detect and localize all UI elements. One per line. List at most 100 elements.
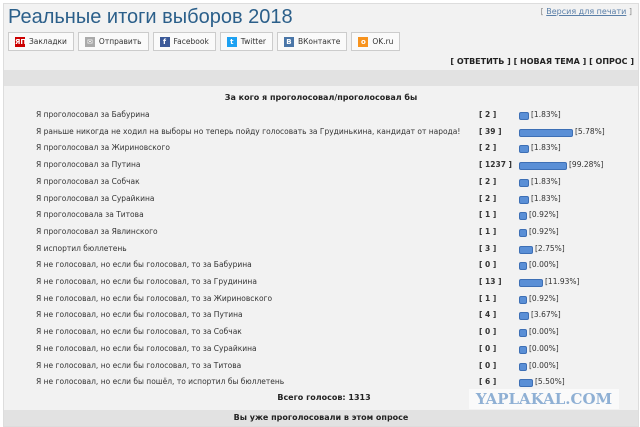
- share-mail-button[interactable]: ✉ Отправить: [77, 32, 149, 51]
- option-votes: [ 39 ]: [479, 126, 502, 136]
- poll-option: Я не голосовал, но если бы голосовал, то…: [36, 258, 638, 272]
- poll-option: Я проголосовал за Собчак [ 2 ] [1.83%]: [36, 175, 638, 189]
- option-text: Я раньше никогда не ходил на выборы но т…: [36, 126, 461, 136]
- vote-count: 0: [485, 260, 491, 270]
- option-bar: [519, 262, 527, 271]
- vote-count: 1: [485, 210, 491, 220]
- vote-count: 2: [485, 193, 491, 203]
- vote-count: 2: [485, 143, 491, 153]
- option-percent: [1.83%]: [531, 110, 561, 119]
- option-text: Я не голосовал, но если бы пошёл, то исп…: [36, 377, 285, 387]
- poll-option: Я не голосовал, но если бы голосовал, то…: [36, 308, 638, 322]
- poll-question: За кого я проголосовал/проголосовал бы: [224, 93, 418, 102]
- topic-actions: [ ОТВЕТИТЬ ] [ НОВАЯ ТЕМА ] [ ОПРОС ]: [450, 57, 634, 66]
- option-percent: [11.93%]: [545, 277, 580, 286]
- option-votes: [ 4 ]: [479, 310, 497, 320]
- share-label: Отправить: [98, 37, 142, 46]
- share-label: Twitter: [240, 37, 266, 46]
- yap-icon: ЯП: [15, 36, 27, 47]
- vote-count: 3: [485, 243, 491, 253]
- poll-button[interactable]: ОПРОС: [596, 57, 628, 66]
- vote-count: 1: [485, 226, 491, 236]
- share-label: Facebook: [173, 37, 209, 46]
- option-votes: [ 1 ]: [479, 293, 497, 303]
- option-text: Я не голосовал, но если бы голосовал, то…: [36, 293, 273, 303]
- option-votes: [ 3 ]: [479, 243, 497, 253]
- option-bar: [519, 112, 529, 120]
- poll-option: Я раньше никогда не ходил на выборы но т…: [36, 125, 638, 139]
- option-text: Я проголосовала за Титова: [36, 210, 144, 220]
- poll-option: Я испортил бюллетень [ 3 ] [2.75%]: [36, 242, 638, 256]
- option-text: Я не голосовал, но если бы голосовал, то…: [36, 360, 242, 370]
- new-topic-button[interactable]: НОВАЯ ТЕМА: [520, 57, 580, 66]
- twitter-icon: t: [226, 36, 237, 47]
- option-percent: [0.92%]: [529, 293, 559, 303]
- share-twitter-button[interactable]: t Twitter: [219, 32, 273, 51]
- poll-option: Я проголосовал за Путина [ 1237 ] [99.28…: [36, 158, 638, 172]
- option-bar: [519, 279, 543, 287]
- option-percent: [0.00%]: [529, 327, 559, 337]
- vote-count: 0: [485, 343, 491, 353]
- poll-option: Я проголосовал за Явлинского [ 1 ] [0.92…: [36, 225, 638, 239]
- option-text: Я проголосовал за Путина: [36, 160, 141, 170]
- option-text: Я не голосовал, но если бы голосовал, то…: [36, 327, 242, 337]
- topic-title: Реальные итоги выборов 2018: [8, 6, 293, 28]
- vote-count: 2: [485, 176, 491, 186]
- option-text: Я не голосовал, но если бы голосовал, то…: [36, 343, 257, 353]
- option-text: Я испортил бюллетень: [36, 243, 127, 253]
- option-percent: [5.50%]: [535, 377, 565, 387]
- vote-count: 0: [485, 327, 491, 337]
- option-bar: [519, 312, 529, 321]
- poll-option: Я не голосовал, но если бы голосовал, то…: [36, 275, 638, 289]
- option-text: Я не голосовал, но если бы голосовал, то…: [36, 260, 252, 270]
- option-bar: [519, 362, 527, 371]
- option-percent: [0.00%]: [529, 260, 559, 270]
- option-votes: [ 0 ]: [479, 360, 497, 370]
- share-yap-button[interactable]: ЯП Закладки: [8, 32, 74, 51]
- poll-option: Я не голосовал, но если бы голосовал, то…: [36, 359, 638, 373]
- option-votes: [ 2 ]: [479, 193, 497, 203]
- option-bar: [519, 128, 573, 137]
- option-votes: [ 1237 ]: [479, 160, 512, 170]
- option-bar: [519, 228, 527, 237]
- vote-count: 0: [485, 360, 491, 370]
- watermark-logo: YAPLAKAL.COM: [469, 389, 619, 409]
- share-vk-button[interactable]: B ВКонтакте: [276, 32, 348, 51]
- reply-button[interactable]: ОТВЕТИТЬ: [457, 57, 505, 66]
- option-bar: [519, 345, 527, 354]
- option-percent: [0.00%]: [529, 360, 559, 370]
- option-percent: [1.83%]: [531, 143, 561, 153]
- facebook-icon: f: [159, 36, 170, 47]
- option-percent: [0.92%]: [529, 210, 559, 220]
- print-version: [ Версия для печати ]: [540, 7, 632, 16]
- option-votes: [ 2 ]: [479, 143, 497, 153]
- option-votes: [ 13 ]: [479, 277, 502, 286]
- option-text: Я проголосовал за Собчак: [36, 176, 140, 186]
- share-label: ВКонтакте: [297, 37, 341, 46]
- poll-option: Я не голосовал, но если бы пошёл, то исп…: [36, 375, 638, 389]
- poll-option: Я проголосовала за Титова [ 1 ] [0.92%]: [36, 208, 638, 222]
- option-text: Я проголосовал за Сурайкина: [36, 193, 155, 203]
- share-facebook-button[interactable]: f Facebook: [152, 32, 216, 51]
- vk-icon: B: [283, 36, 294, 47]
- vote-count: 2: [485, 110, 491, 119]
- option-votes: [ 6 ]: [479, 377, 497, 387]
- poll-option: Я не голосовал, но если бы голосовал, то…: [36, 342, 638, 356]
- option-bar: [519, 145, 529, 154]
- ok-icon: o: [358, 36, 369, 47]
- option-percent: [5.78%]: [575, 126, 605, 136]
- option-percent: [1.83%]: [531, 176, 561, 186]
- poll-option: Я не голосовал, но если бы голосовал, то…: [36, 325, 638, 339]
- poll-option: Я не голосовал, но если бы голосовал, то…: [36, 292, 638, 306]
- option-bar: [519, 195, 529, 204]
- option-votes: [ 2 ]: [479, 110, 497, 119]
- option-votes: [ 0 ]: [479, 260, 497, 270]
- option-bar: [519, 329, 527, 338]
- already-voted-notice: Вы уже проголосовали в этом опросе: [4, 410, 638, 426]
- option-percent: [0.00%]: [529, 343, 559, 353]
- print-version-link[interactable]: Версия для печати: [546, 7, 626, 16]
- option-votes: [ 2 ]: [479, 176, 497, 186]
- share-ok-button[interactable]: o OK.ru: [351, 32, 401, 51]
- vote-count: 1237: [485, 160, 506, 170]
- option-votes: [ 1 ]: [479, 226, 497, 236]
